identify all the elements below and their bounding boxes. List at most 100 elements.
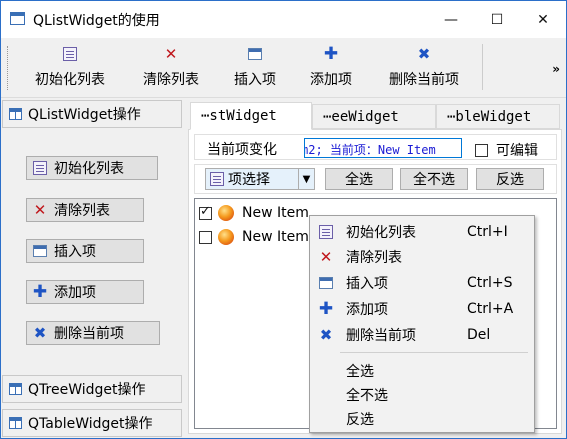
menu-item-delete-current[interactable]: ✖ 删除当前项 Del (312, 323, 532, 347)
menu-separator (340, 352, 528, 353)
close-icon: ✕ (537, 11, 549, 28)
item-text: New Item (242, 205, 309, 221)
plus-icon: ✚ (32, 282, 48, 302)
toolbox-page-tree[interactable]: QTreeWidget操作 (2, 375, 182, 403)
toolbar-clear-list-button[interactable]: ✕ 清除列表 (131, 42, 211, 94)
item-text: New Item (242, 229, 309, 245)
tab-label: ⋯stWidget (201, 108, 277, 124)
toolbar-grip[interactable] (7, 46, 10, 90)
menu-item-shortcut: Ctrl+A (467, 301, 514, 317)
menu-item-label: 添加项 (346, 302, 388, 318)
menu-item-select-all[interactable]: 全选 (312, 359, 532, 383)
toolbox-page-label: QTableWidget操作 (28, 416, 153, 432)
clear-list-button[interactable]: ✕ 清除列表 (26, 198, 144, 222)
menu-item-shortcut: Del (467, 327, 491, 343)
menu-item-insert[interactable]: 插入项 Ctrl+S (312, 271, 532, 295)
list-item[interactable]: New Item (199, 203, 309, 223)
select-none-button[interactable]: 全不选 (400, 168, 468, 190)
item-checkbox[interactable] (199, 230, 212, 244)
clear-x-icon: ✕ (33, 201, 47, 219)
toolbar-insert-button[interactable]: 插入项 (224, 42, 286, 94)
context-menu: 初始化列表 Ctrl+I ✕ 清除列表 插入项 Ctrl+S ✚ 添加项 Ctr… (309, 215, 535, 433)
list-item[interactable]: New Item (199, 227, 309, 247)
toolbox-page-label: QListWidget操作 (28, 107, 141, 123)
toolbox-page-list[interactable]: QListWidget操作 (2, 100, 182, 128)
list-icon (210, 172, 224, 186)
toolbar-init-list-button[interactable]: 初始化列表 (23, 42, 117, 94)
tab-list-widget[interactable]: ⋯stWidget (190, 102, 312, 130)
toolbox-page-table[interactable]: QTableWidget操作 (2, 409, 182, 437)
list-icon (319, 225, 333, 239)
maximize-icon: ☐ (490, 11, 504, 28)
menu-item-label: 初始化列表 (346, 225, 416, 241)
menu-item-label: 删除当前项 (346, 328, 416, 344)
dropdown-arrow-icon[interactable]: ▼ (298, 169, 314, 189)
clear-x-icon: ✕ (319, 248, 333, 266)
button-label: 全选 (345, 172, 373, 188)
button-label: 全不选 (413, 172, 455, 188)
add-item-button[interactable]: ✚ 添加项 (26, 280, 144, 304)
item-select-label: 项选择 (228, 172, 270, 188)
plus-icon: ✚ (323, 44, 339, 64)
init-list-button[interactable]: 初始化列表 (26, 156, 158, 180)
menu-item-select-none[interactable]: 全不选 (312, 383, 532, 407)
tab-label: ⋯bleWidget (447, 108, 532, 125)
menu-item-init-list[interactable]: 初始化列表 Ctrl+I (312, 220, 532, 244)
toolbar-button-label: 删除当前项 (389, 72, 459, 88)
toolbar-separator (482, 44, 483, 90)
menu-item-clear-list[interactable]: ✕ 清除列表 (312, 245, 532, 269)
main-toolbar: 初始化列表 ✕ 清除列表 插入项 ✚ 添加项 ✖ 删除当前项 » (1, 38, 566, 98)
select-all-button[interactable]: 全选 (325, 168, 393, 190)
minimize-button[interactable]: — (428, 1, 474, 38)
item-orb-icon (218, 205, 234, 221)
delete-x-icon: ✖ (319, 326, 333, 344)
button-label: 反选 (496, 172, 524, 188)
list-icon (63, 47, 77, 61)
delete-x-icon: ✖ (33, 324, 47, 342)
current-change-field[interactable]: m2; 当前项：New Item (304, 138, 462, 158)
tab-label: ⋯eeWidget (323, 108, 399, 125)
toolbar-add-button[interactable]: ✚ 添加项 (300, 42, 362, 94)
selection-toolbar: 项选择 ▼ 全选 全不选 反选 (194, 164, 557, 194)
list-icon (33, 161, 47, 175)
delete-current-button[interactable]: ✖ 删除当前项 (26, 321, 160, 345)
toolbar-delete-current-button[interactable]: ✖ 删除当前项 (377, 42, 471, 94)
title-bar: QListWidget的使用 — ☐ ✕ (1, 1, 566, 38)
item-select-dropdown[interactable]: 项选择 ▼ (205, 168, 315, 190)
insert-item-button[interactable]: 插入项 (26, 239, 144, 263)
button-label: 添加项 (54, 285, 96, 301)
toolbox-page-content: 初始化列表 ✕ 清除列表 插入项 ✚ 添加项 ✖ 删除当前项 (2, 129, 182, 373)
menu-item-label: 清除列表 (346, 250, 402, 266)
menu-item-shortcut: Ctrl+I (467, 224, 508, 240)
close-button[interactable]: ✕ (520, 1, 566, 38)
menu-item-label: 插入项 (346, 276, 388, 292)
tab-tree-widget[interactable]: ⋯eeWidget (312, 104, 436, 129)
editable-checkbox-wrap[interactable]: 可编辑 (475, 140, 538, 160)
button-label: 插入项 (54, 244, 96, 260)
item-orb-icon (218, 229, 234, 245)
toolbar-button-label: 清除列表 (143, 72, 199, 88)
insert-icon (319, 277, 333, 289)
insert-icon (33, 245, 47, 257)
menu-item-add[interactable]: ✚ 添加项 Ctrl+A (312, 297, 532, 321)
toolbar-button-label: 初始化列表 (35, 72, 105, 88)
editable-label: 可编辑 (496, 143, 538, 159)
button-label: 删除当前项 (54, 326, 124, 342)
delete-x-icon: ✖ (417, 45, 431, 63)
menu-item-select-invert[interactable]: 反选 (312, 407, 532, 431)
current-change-label: 当前项变化 (207, 142, 277, 158)
menu-item-label: 全选 (346, 364, 374, 380)
tab-table-widget[interactable]: ⋯bleWidget (436, 104, 560, 129)
insert-icon (248, 48, 262, 60)
item-checkbox[interactable] (199, 204, 212, 220)
toolbar-button-label: 添加项 (310, 72, 352, 88)
plus-icon: ✚ (318, 299, 334, 319)
toolbar-extension-button[interactable]: » (552, 62, 560, 76)
grid-icon (9, 417, 22, 429)
menu-item-label: 全不选 (346, 388, 388, 404)
toolbox: QListWidget操作 初始化列表 ✕ 清除列表 插入项 ✚ 添加项 ✖ 删… (2, 100, 185, 439)
maximize-button[interactable]: ☐ (474, 1, 520, 38)
select-invert-button[interactable]: 反选 (476, 168, 544, 190)
editable-checkbox[interactable] (475, 143, 488, 157)
clear-x-icon: ✕ (164, 45, 178, 63)
